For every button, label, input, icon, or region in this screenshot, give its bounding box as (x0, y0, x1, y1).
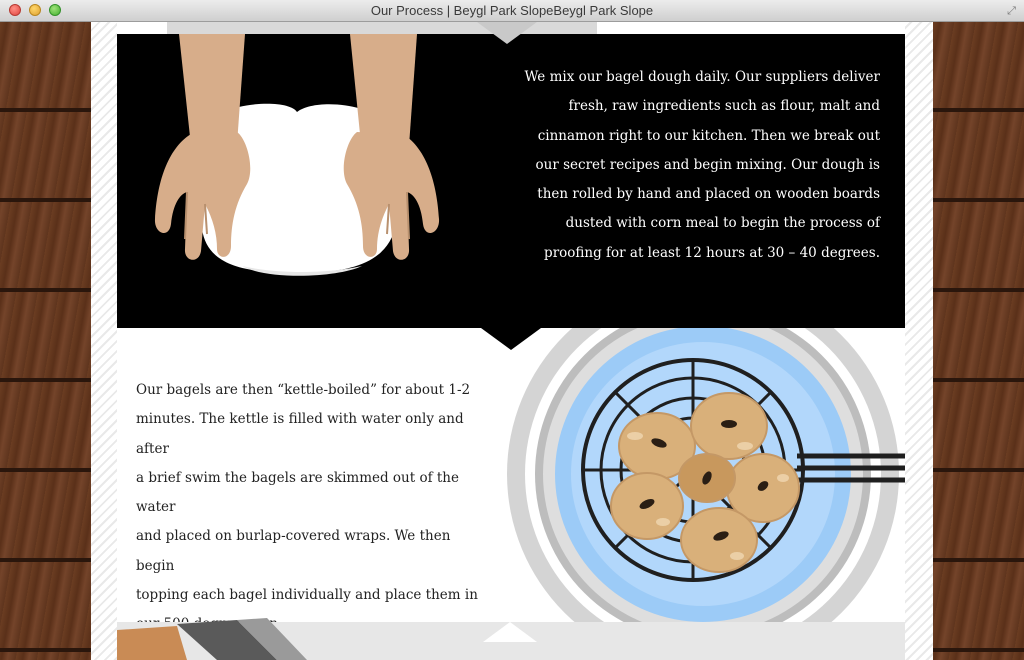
next-section-illustration (117, 618, 307, 660)
mixing-line: We mix our bagel dough daily. Our suppli… (524, 69, 880, 85)
boiling-line: a brief swim the bagels are skimmed out … (136, 469, 459, 516)
mixing-line: then rolled by hand and placed on wooden… (537, 186, 880, 203)
page-content: We mix our bagel dough daily. Our suppli… (117, 22, 905, 660)
section-arrow-bottom (483, 622, 537, 642)
mixing-line: our secret recipes and begin mixing. Our… (535, 156, 880, 173)
wood-background-right (933, 22, 1024, 660)
window-titlebar: Our Process | Beygl Park SlopeBeygl Park… (0, 0, 1024, 22)
wood-background-left (0, 22, 91, 660)
section-arrow-top (477, 22, 537, 44)
boiling-line: topping each bagel individually and plac… (136, 587, 478, 604)
boiling-description: Our bagels are then “kettle-boiled” for … (136, 376, 486, 640)
hands-kneading-dough-illustration (154, 34, 440, 276)
board-edge (117, 626, 187, 660)
mixing-line: fresh, raw ingredients such as flour, ma… (568, 98, 880, 115)
mixing-line: proofing for at least 12 hours at 30 – 4… (544, 244, 880, 261)
boiling-line: and placed on burlap-covered wraps. We t… (136, 528, 451, 574)
fullscreen-icon[interactable]: ⤢ (1005, 4, 1018, 17)
boiling-line: Our bagels are then “kettle-boiled” for … (136, 382, 471, 398)
window-title: Our Process | Beygl Park SlopeBeygl Park… (370, 3, 654, 18)
boiling-line: minutes. The kettle is filled with water… (136, 411, 464, 457)
mixing-line: cinnamon right to our kitchen. Then we b… (537, 127, 880, 144)
mixing-description: We mix our bagel dough daily. Our suppli… (507, 63, 880, 268)
kettle-boiling-bagels-illustration (507, 328, 905, 628)
right-arm (350, 34, 417, 146)
mixing-line: dusted with corn meal to begin the proce… (565, 215, 880, 232)
left-arm (179, 34, 245, 146)
